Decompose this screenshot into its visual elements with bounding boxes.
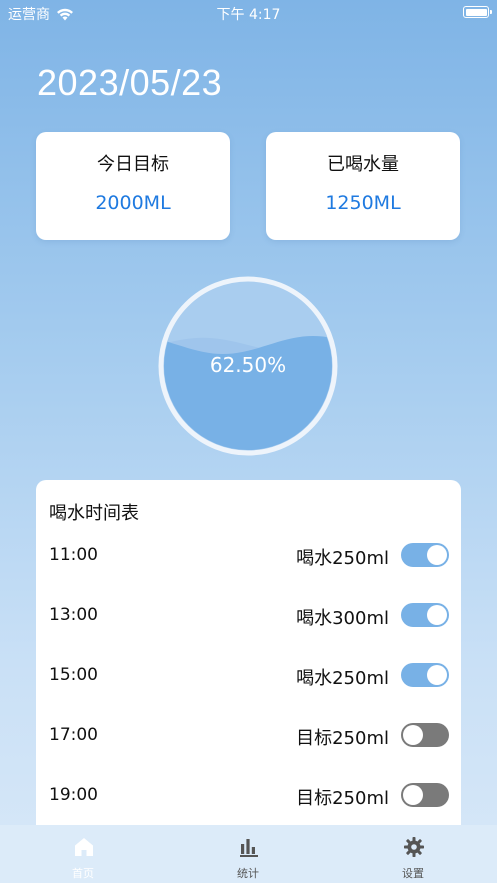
tab-settings-label: 设置 <box>402 867 424 880</box>
schedule-time: 15:00 <box>49 665 98 685</box>
drunk-value: 1250ML <box>325 192 401 214</box>
schedule-row: 15:00 喝水250ml <box>36 655 461 695</box>
reminder-toggle[interactable] <box>401 723 449 747</box>
tab-home-label: 首页 <box>72 867 94 880</box>
schedule-label: 喝水250ml <box>296 548 389 569</box>
toggle-knob <box>403 725 423 745</box>
drunk-card: 已喝水量 1250ML <box>266 132 460 240</box>
bar-chart-icon <box>240 839 258 857</box>
toggle-knob <box>427 545 447 565</box>
schedule-time: 19:00 <box>49 785 98 805</box>
schedule-label: 喝水250ml <box>296 668 389 689</box>
schedule-row: 13:00 喝水300ml <box>36 595 461 635</box>
goal-card: 今日目标 2000ML <box>36 132 230 240</box>
toggle-knob <box>403 785 423 805</box>
tab-home[interactable]: 首页 <box>33 825 133 883</box>
water-progress-ring: 62.50% <box>158 276 338 456</box>
status-time: 下午 4:17 <box>216 7 281 23</box>
reminder-toggle[interactable] <box>401 603 449 627</box>
schedule-time: 13:00 <box>49 605 98 625</box>
schedule-time: 17:00 <box>49 725 98 745</box>
tab-stats[interactable]: 统计 <box>198 825 298 883</box>
schedule-row: 17:00 目标250ml <box>36 715 461 755</box>
tab-settings[interactable]: 设置 <box>363 825 463 883</box>
tab-bar: 首页 统计 设置 <box>0 825 497 883</box>
schedule-row: 11:00 喝水250ml <box>36 535 461 575</box>
home-icon <box>75 838 93 856</box>
reminder-toggle[interactable] <box>401 783 449 807</box>
toggle-knob <box>427 605 447 625</box>
status-bar: 运营商 下午 4:17 <box>0 0 497 26</box>
progress-percent: 62.50% <box>209 353 287 377</box>
gear-icon <box>404 837 424 857</box>
page-title-date: 2023/05/23 <box>37 62 223 103</box>
schedule-label: 目标250ml <box>296 728 389 749</box>
toggle-knob <box>427 665 447 685</box>
schedule-label: 喝水300ml <box>296 608 389 629</box>
schedule-card: 喝水时间表 11:00 喝水250ml 13:00 喝水300ml 15:00 喝水250… <box>36 480 461 840</box>
goal-value: 2000ML <box>95 192 171 214</box>
reminder-toggle[interactable] <box>401 663 449 687</box>
schedule-time: 11:00 <box>49 545 98 565</box>
schedule-row: 19:00 目标250ml <box>36 775 461 815</box>
schedule-title: 喝水时间表 <box>49 503 139 524</box>
goal-label: 今日目标 <box>97 154 169 175</box>
reminder-toggle[interactable] <box>401 543 449 567</box>
battery-icon <box>463 6 492 18</box>
tab-stats-label: 统计 <box>237 867 259 880</box>
schedule-label: 目标250ml <box>296 788 389 809</box>
drunk-label: 已喝水量 <box>327 154 399 175</box>
